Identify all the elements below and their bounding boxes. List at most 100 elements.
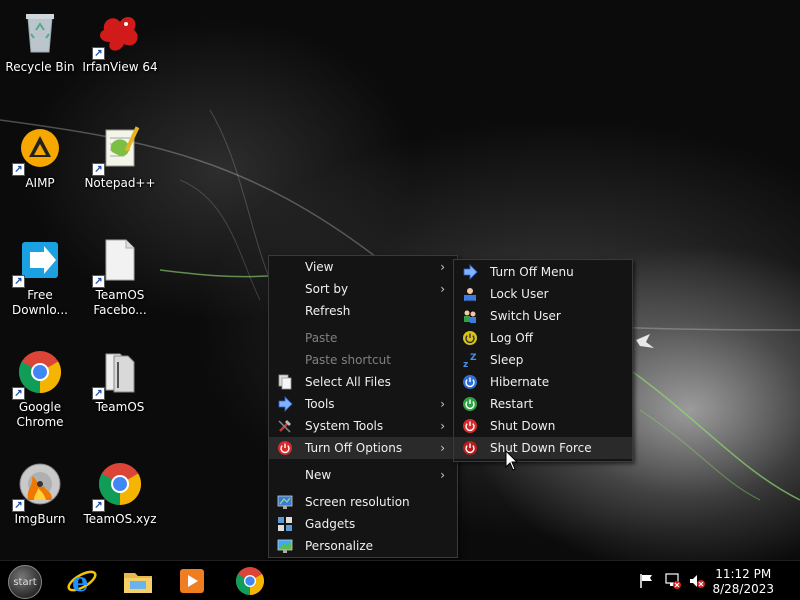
start-button[interactable]: start [8,565,42,599]
menu-item-label: Turn Off Options [305,441,403,455]
menu-item-label: Paste [305,331,338,345]
tray-volume[interactable] [688,572,706,590]
arrow-right-icon [277,396,293,412]
power-icon [277,440,293,456]
menu-item-tools[interactable]: Tools › [269,393,457,415]
desktop-icon-notepad-plus-plus[interactable]: ↗ Notepad++ [80,118,160,218]
menu-item-screen-resolution[interactable]: Screen resolution [269,491,457,513]
shortcut-arrow-icon: ↗ [12,387,25,400]
tray-action-center[interactable] [638,572,656,590]
personalize-icon [277,538,293,554]
taskbar-media-player[interactable] [176,565,208,597]
desktop-icon-label: AIMP [25,176,55,190]
submenu-item-sleep[interactable]: zZ Sleep [454,349,632,371]
file-explorer-icon [124,573,152,593]
shortcut-arrow-icon: ↗ [92,499,105,512]
shortcut-arrow-icon: ↗ [92,275,105,288]
submenu-item-log-off[interactable]: Log Off [454,327,632,349]
menu-item-personalize[interactable]: Personalize [269,535,457,557]
taskbar-chrome[interactable] [234,565,266,597]
submenu-item-lock-user[interactable]: Lock User [454,283,632,305]
taskbar-file-explorer[interactable] [122,565,154,597]
action-center-flag-icon [640,574,652,588]
log-off-icon [462,330,478,346]
mouse-cursor-icon [505,450,519,471]
clock-date: 8/28/2023 [712,582,774,596]
shut-down-icon [462,418,478,434]
menu-item-label: Select All Files [305,375,391,389]
menu-item-paste: Paste [269,327,457,349]
submenu-item-label: Lock User [490,287,549,301]
internet-explorer-icon: e [67,568,97,598]
desktop-icon-label: Google Chrome [16,400,64,429]
desktop-icon-irfanview[interactable]: ↗ IrfanView 64 [80,2,160,102]
desktop-icon-google-chrome[interactable]: ↗ Google Chrome [0,342,80,442]
monitor-icon [277,494,293,510]
shortcut-arrow-icon: ↗ [92,387,105,400]
desktop-icon-recycle-bin[interactable]: Recycle Bin [0,2,80,102]
submenu-item-label: Restart [490,397,534,411]
submenu-item-restart[interactable]: Restart [454,393,632,415]
turn-off-options-submenu: Turn Off Menu Lock User Switch User Log … [453,259,633,462]
restart-icon [462,396,478,412]
chevron-right-icon: › [440,397,445,411]
submenu-item-switch-user[interactable]: Switch User [454,305,632,327]
desktop-icon-label: IrfanView 64 [82,60,158,74]
menu-item-system-tools[interactable]: System Tools › [269,415,457,437]
desktop-icon-teamos-facebook[interactable]: ↗ TeamOS Facebo... [80,230,160,330]
menu-item-label: Screen resolution [305,495,410,509]
start-label: start [13,576,37,588]
desktop-icon-label: TeamOS.xyz [83,512,157,526]
menu-item-label: View [305,260,334,274]
submenu-item-label: Hibernate [490,375,550,389]
sleep-icon: zZ [462,352,478,368]
chevron-right-icon: › [440,419,445,433]
menu-item-label: Sort by [305,282,349,296]
submenu-item-turn-off-menu[interactable]: Turn Off Menu [454,261,632,283]
taskbar: start e 11:12 PM 8/28/2023 [0,560,800,600]
arrow-right-icon [462,264,478,280]
hibernate-icon [462,374,478,390]
menu-item-label: New [305,468,332,482]
desktop-icon-label: Recycle Bin [5,60,75,74]
gadgets-icon [277,516,293,532]
files-icon [277,374,293,390]
menu-item-label: Gadgets [305,517,356,531]
svg-text:e: e [72,568,89,597]
lock-icon [462,286,478,302]
svg-text:Z: Z [470,353,477,363]
desktop-icon-imgburn[interactable]: ↗ ImgBurn [0,454,80,554]
menu-item-gadgets[interactable]: Gadgets [269,513,457,535]
menu-item-turn-off-options[interactable]: Turn Off Options › [269,437,457,459]
submenu-item-shut-down-force[interactable]: Shut Down Force [454,437,632,459]
network-icon [665,573,681,589]
desktop-icon-teamos-folder[interactable]: ↗ TeamOS [80,342,160,442]
submenu-item-hibernate[interactable]: Hibernate [454,371,632,393]
clock-time: 11:12 PM [715,567,772,581]
taskbar-clock[interactable]: 11:12 PM 8/28/2023 [712,567,774,597]
desktop-icon-free-download-manager[interactable]: ↗ Free Downlo... [0,230,80,330]
menu-item-label: System Tools [305,419,384,433]
menu-item-label: Personalize [305,539,374,553]
submenu-item-label: Shut Down [490,419,556,433]
tray-network[interactable] [664,572,682,590]
switch-user-icon [462,308,478,324]
menu-item-label: Refresh [305,304,351,318]
menu-item-new[interactable]: New › [269,464,457,486]
menu-item-refresh[interactable]: Refresh [269,300,457,322]
volume-muted-icon [690,575,705,588]
submenu-item-shut-down[interactable]: Shut Down [454,415,632,437]
taskbar-internet-explorer[interactable]: e [66,565,98,598]
menu-item-sort-by[interactable]: Sort by › [269,278,457,300]
menu-item-select-all-files[interactable]: Select All Files [269,371,457,393]
chrome-icon [235,567,265,595]
menu-item-view[interactable]: View › [269,256,457,278]
desktop-icon-label: Notepad++ [84,176,156,190]
shut-down-force-icon [462,440,478,456]
desktop-icon-aimp[interactable]: ↗ AIMP [0,118,80,218]
submenu-item-label: Sleep [490,353,524,367]
chevron-right-icon: › [440,260,445,274]
submenu-item-label: Log Off [490,331,533,345]
desktop-icon-label: TeamOS [95,400,145,414]
desktop-icon-teamos-xyz[interactable]: ↗ TeamOS.xyz [80,454,160,554]
